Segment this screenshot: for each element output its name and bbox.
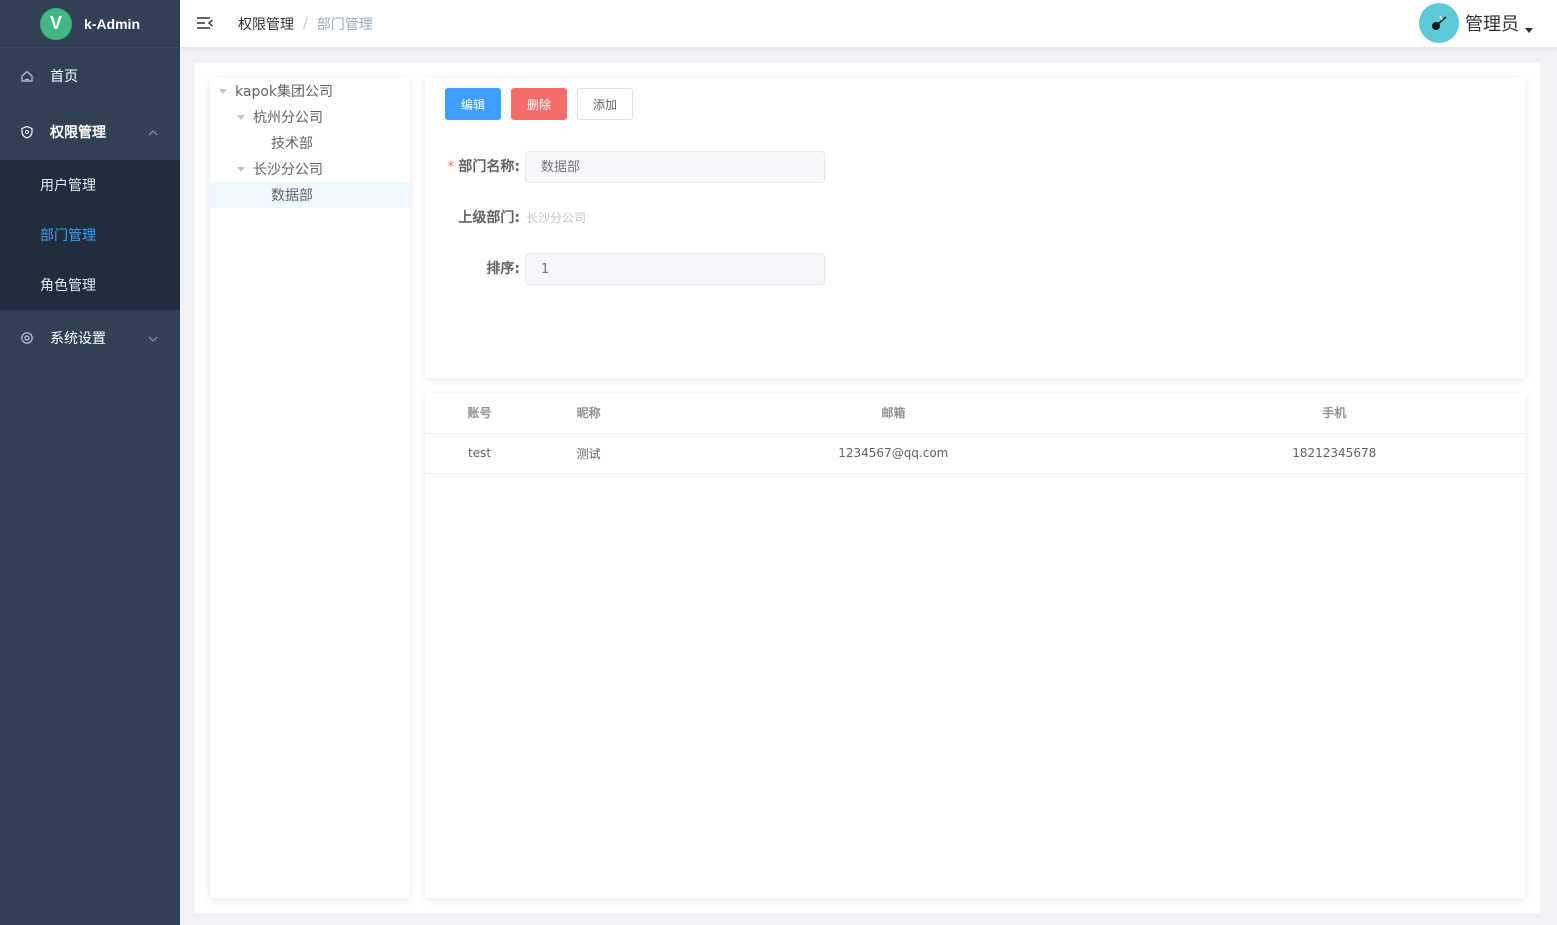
user-table-panel: 账号 昵称 邮箱 手机 test 测试 1234567@qq.com 18212… <box>425 393 1525 898</box>
name-label-text: 部门名称: <box>458 159 520 175</box>
column-header-account: 账号 <box>425 393 535 434</box>
tree-node-label: kapok集团公司 <box>235 84 333 100</box>
department-name-input[interactable] <box>525 151 825 183</box>
sidebar-item-permission[interactable]: 权限管理 <box>0 104 180 160</box>
user-name[interactable]: 管理员 <box>1465 10 1519 36</box>
add-button[interactable]: 添加 <box>577 88 633 120</box>
form-row-parent: 上级部门: 长沙分公司 <box>425 202 1525 234</box>
hamburger-icon[interactable] <box>196 14 214 32</box>
tree-node-label: 技术部 <box>271 136 313 152</box>
home-icon <box>20 69 34 83</box>
sidebar-item-roles[interactable]: 角色管理 <box>0 260 180 310</box>
sidebar-item-users[interactable]: 用户管理 <box>0 160 180 210</box>
sidebar-item-label: 系统设置 <box>50 331 106 347</box>
column-header-nickname: 昵称 <box>534 393 644 434</box>
sidebar-item-label: 首页 <box>50 69 78 85</box>
sidebar-item-settings[interactable]: 系统设置 <box>0 310 180 366</box>
sort-label: 排序: <box>486 261 520 277</box>
tree-node[interactable]: kapok集团公司 <box>210 78 410 104</box>
chevron-up-icon <box>148 126 158 142</box>
caret-down-icon[interactable] <box>219 88 227 94</box>
sidebar: V k-Admin 首页 权限管理 用户管理 部门管理 角色管理 系统设置 <box>0 0 180 925</box>
table-cell: 18212345678 <box>1143 433 1525 474</box>
app-main: kapok集团公司 杭州分公司 技术部 长沙分公司 数据部 编辑 删除 添加 *… <box>195 63 1540 913</box>
tree-node-label: 数据部 <box>271 188 313 204</box>
caret-down-icon[interactable] <box>1525 22 1533 38</box>
caret-down-icon[interactable] <box>237 166 245 172</box>
tree-node[interactable]: 杭州分公司 <box>210 104 410 130</box>
breadcrumb-current: 部门管理 <box>316 17 373 33</box>
sidebar-item-label: 权限管理 <box>50 125 106 141</box>
parent-department-value: 长沙分公司 <box>526 211 587 225</box>
breadcrumb-item[interactable]: 权限管理 <box>238 14 294 34</box>
user-menu[interactable]: 管理员 <box>1419 3 1533 43</box>
avatar[interactable] <box>1419 3 1459 43</box>
sort-input[interactable] <box>525 253 825 285</box>
logo-icon: V <box>40 7 72 40</box>
chevron-down-icon <box>148 332 158 348</box>
edit-button[interactable]: 编辑 <box>445 88 501 120</box>
department-form-panel: 编辑 删除 添加 *部门名称: 上级部门: 长沙分公司 排序: <box>425 78 1525 378</box>
tree-node-label: 长沙分公司 <box>253 162 323 178</box>
form-row-name: * 部门名称: <box>425 151 1525 183</box>
caret-down-icon[interactable] <box>237 114 245 120</box>
sidebar-item-label: 部门管理 <box>40 228 96 244</box>
shield-icon <box>20 125 34 139</box>
sidebar-item-label: 角色管理 <box>40 278 96 294</box>
sidebar-item-departments[interactable]: 部门管理 <box>0 210 180 260</box>
app-name: k-Admin <box>84 15 140 32</box>
breadcrumb: 权限管理 / 部门管理 <box>238 14 373 34</box>
user-table: 账号 昵称 邮箱 手机 test 测试 1234567@qq.com 18212… <box>425 393 1525 474</box>
table-cell: 1234567@qq.com <box>643 433 1144 474</box>
tree-node[interactable]: 技术部 <box>210 130 410 156</box>
tree-node-label: 杭州分公司 <box>253 110 323 126</box>
parent-label: 上级部门: <box>458 210 520 226</box>
tree-node[interactable]: 长沙分公司 <box>210 156 410 182</box>
name-label: * 部门名称: <box>447 151 520 183</box>
sidebar-item-home[interactable]: 首页 <box>0 48 180 104</box>
table-cell: test <box>425 433 535 474</box>
table-cell: 测试 <box>534 433 644 474</box>
table-header-row: 账号 昵称 邮箱 手机 <box>425 393 1525 434</box>
settings-icon <box>20 331 34 345</box>
submenu-permission: 用户管理 部门管理 角色管理 <box>0 160 180 310</box>
tree-node[interactable]: 数据部 <box>210 182 410 208</box>
logo[interactable]: V k-Admin <box>0 0 180 48</box>
table-row[interactable]: test 测试 1234567@qq.com 18212345678 <box>425 433 1525 474</box>
form-row-sort: 排序: <box>425 253 1525 285</box>
department-tree: kapok集团公司 杭州分公司 技术部 长沙分公司 数据部 <box>210 78 410 898</box>
column-header-email: 邮箱 <box>643 393 1144 434</box>
top-navbar: 权限管理 / 部门管理 管理员 <box>180 0 1557 48</box>
column-header-phone: 手机 <box>1143 393 1525 434</box>
delete-button[interactable]: 删除 <box>511 88 567 120</box>
required-mark: * <box>447 159 455 175</box>
breadcrumb-separator: / <box>303 16 308 32</box>
sidebar-item-label: 用户管理 <box>40 178 96 194</box>
